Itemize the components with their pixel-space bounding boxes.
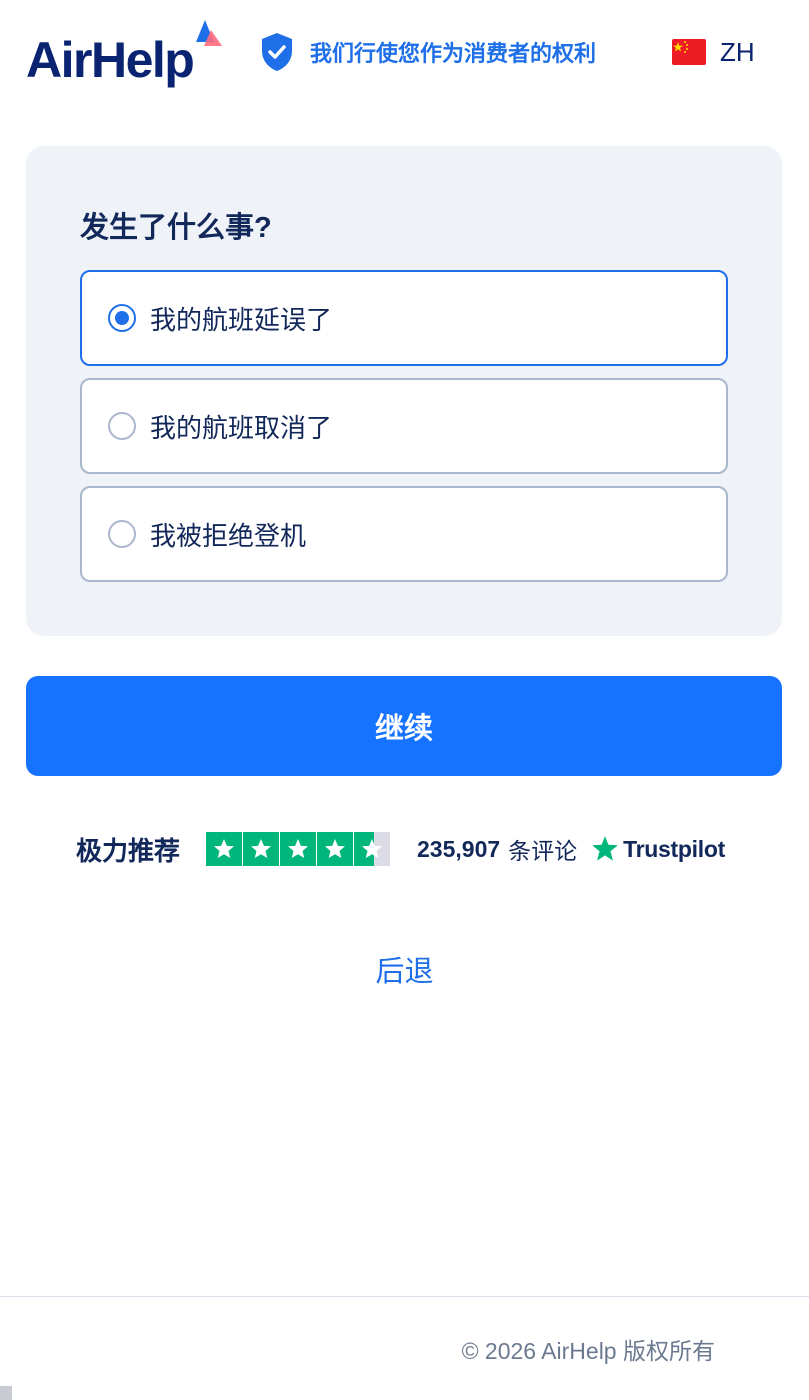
footer-copyright: © 2026 AirHelp 版权所有	[461, 1338, 715, 1364]
question-title: 发生了什么事?	[80, 212, 272, 244]
page: AirHelp 我们行使您作为消费者的权利 ZH 发生了什么事? 我的航班延误了…	[0, 0, 809, 1400]
radio-button[interactable]	[108, 304, 136, 332]
trustpilot-widget[interactable]: 极力推荐 235,907 条评论 Trustpilot	[76, 830, 725, 868]
half-star-icon	[354, 832, 391, 866]
review-count-label: 条评论	[508, 838, 578, 864]
option-flight-cancelled[interactable]: 我的航班取消了	[80, 378, 728, 474]
star-icon	[243, 832, 280, 866]
option-label: 我的航班延误了	[150, 304, 333, 335]
corner-scroll-marker	[0, 1386, 12, 1400]
trustpilot-stars	[206, 832, 391, 866]
airhelp-logo[interactable]: AirHelp	[26, 18, 226, 90]
language-selector[interactable]: ZH	[672, 36, 755, 68]
trustpilot-logo: Trustpilot	[591, 835, 725, 863]
header: AirHelp 我们行使您作为消费者的权利 ZH	[0, 0, 809, 110]
trustpilot-brand: Trustpilot	[623, 835, 725, 862]
logo-text: AirHelp	[26, 32, 195, 88]
incident-question-card: 发生了什么事? 我的航班延误了 我的航班取消了 我被拒绝登机	[26, 146, 782, 636]
review-count: 235,907	[417, 835, 501, 862]
footer-divider	[0, 1296, 809, 1297]
option-denied-boarding[interactable]: 我被拒绝登机	[80, 486, 728, 582]
option-flight-delayed[interactable]: 我的航班延误了	[80, 270, 728, 366]
star-icon	[317, 832, 354, 866]
option-label: 我被拒绝登机	[150, 520, 307, 551]
trust-claim-text: 我们行使您作为消费者的权利	[310, 41, 597, 66]
trustpilot-star-icon	[592, 836, 618, 861]
language-code: ZH	[720, 36, 755, 67]
star-icon	[280, 832, 317, 866]
radio-button[interactable]	[108, 520, 136, 548]
shield-check-icon	[262, 33, 292, 71]
radio-selected-dot	[115, 311, 129, 325]
china-flag-icon	[672, 39, 706, 65]
radio-button[interactable]	[108, 412, 136, 440]
option-label: 我的航班取消了	[150, 412, 333, 443]
star-icon	[206, 832, 243, 866]
back-link[interactable]: 后退	[0, 948, 809, 990]
rating-label: 极力推荐	[76, 835, 181, 866]
consumer-rights-claim: 我们行使您作为消费者的权利	[260, 32, 596, 72]
logo-mark-icon	[196, 20, 222, 46]
continue-button[interactable]: 继续	[26, 676, 782, 776]
